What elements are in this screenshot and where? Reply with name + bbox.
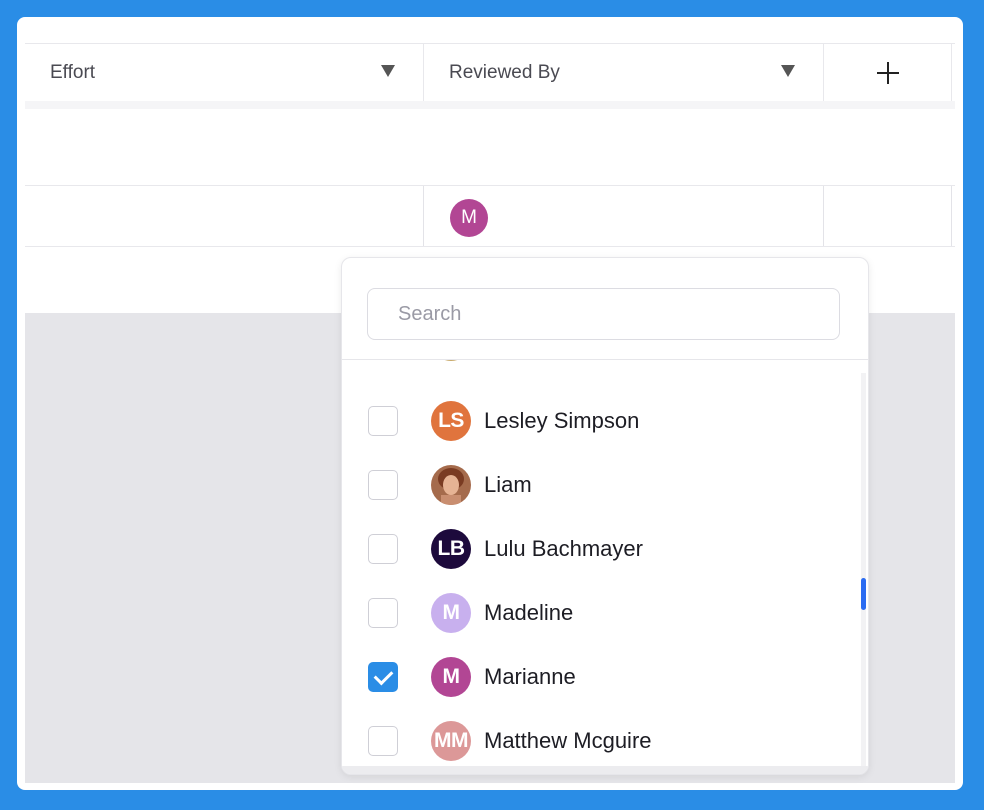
avatar: M [431, 657, 471, 697]
member-name: Lesley Simpson [484, 408, 640, 433]
column-header-label: Effort [50, 62, 96, 83]
avatar: MM [431, 721, 471, 761]
header-divider [25, 101, 955, 109]
list-item[interactable]: MM Matthew Mcguire [342, 710, 862, 766]
cell-effort[interactable] [25, 186, 424, 246]
list-item[interactable]: M Marianne [342, 646, 862, 710]
member-name: Madeline [484, 600, 574, 625]
checkbox[interactable] [368, 662, 398, 692]
checkbox[interactable] [368, 406, 398, 436]
avatar: LB [431, 529, 471, 569]
avatar: LS [431, 401, 471, 441]
list-item[interactable]: LS Lesley Simpson [342, 390, 862, 454]
list-item[interactable] [342, 360, 862, 374]
column-header-label: Reviewed By [449, 62, 560, 83]
checkbox[interactable] [368, 598, 398, 628]
member-list: LS Lesley Simpson Liam LB Lulu Bachmayer… [342, 360, 862, 766]
table-row-empty [25, 109, 955, 185]
table-header: Effort Reviewed By [25, 43, 955, 103]
member-name: Liam [484, 472, 532, 497]
app-frame: Effort Reviewed By M Search LS Lesley Si… [17, 17, 963, 790]
cell-reviewed-by[interactable]: M [424, 186, 824, 246]
search-input[interactable] [398, 302, 818, 326]
member-name: Matthew Mcguire [484, 728, 652, 753]
avatar[interactable]: M [450, 199, 488, 237]
plus-icon [876, 62, 899, 84]
scrollbar-track[interactable] [861, 373, 866, 768]
column-header-effort[interactable]: Effort [25, 44, 424, 102]
avatar: M [431, 593, 471, 633]
list-item[interactable]: M Madeline [342, 582, 862, 646]
person-photo-icon [431, 465, 471, 505]
member-name: Lulu Bachmayer [484, 536, 643, 561]
add-column-button[interactable] [824, 44, 952, 102]
checkbox[interactable] [368, 470, 398, 500]
caret-down-icon[interactable] [381, 65, 395, 77]
checkbox[interactable] [368, 726, 398, 756]
caret-down-icon[interactable] [781, 65, 795, 77]
scrollbar-thumb[interactable] [861, 578, 866, 610]
avatar [431, 360, 471, 361]
checkbox[interactable] [368, 534, 398, 564]
list-item[interactable]: Liam [342, 454, 862, 518]
reviewer-dropdown: LS Lesley Simpson Liam LB Lulu [341, 257, 869, 775]
column-header-reviewed-by[interactable]: Reviewed By [424, 44, 824, 102]
avatar-photo [431, 465, 471, 505]
cell-extra[interactable] [824, 186, 952, 246]
list-item[interactable]: LB Lulu Bachmayer [342, 518, 862, 582]
table-row[interactable]: M [25, 185, 955, 247]
member-name: Marianne [484, 664, 576, 689]
search-field[interactable] [367, 288, 840, 340]
dropdown-footer-edge [342, 766, 868, 774]
